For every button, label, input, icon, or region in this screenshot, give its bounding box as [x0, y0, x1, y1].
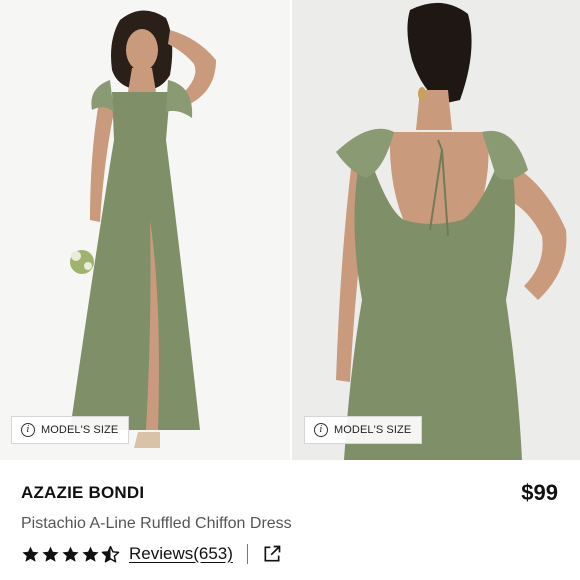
product-price: $99 — [521, 480, 558, 505]
product-image-front[interactable]: i MODEL'S SIZE — [0, 0, 290, 460]
star-full-icon — [62, 546, 79, 562]
dress-front-illustration — [0, 0, 290, 460]
models-size-label: MODEL'S SIZE — [334, 424, 412, 436]
reviews-link[interactable]: Reviews(653) — [129, 544, 233, 564]
product-gallery: i MODEL'S SIZE i MODEL'S SIZE — [0, 0, 580, 460]
star-half-icon — [101, 545, 120, 562]
info-icon: i — [21, 423, 35, 437]
star-full-icon — [82, 546, 99, 562]
models-size-button[interactable]: i MODEL'S SIZE — [11, 416, 130, 444]
star-full-icon — [42, 546, 59, 562]
rating-row: Reviews(653) — [21, 543, 282, 565]
dress-back-illustration — [292, 0, 580, 460]
info-icon: i — [314, 423, 328, 437]
divider — [246, 544, 248, 564]
rating-stars[interactable] — [21, 545, 120, 564]
models-size-button[interactable]: i MODEL'S SIZE — [304, 416, 423, 444]
product-title[interactable]: Pistachio A-Line Ruffled Chiffon Dress — [21, 515, 292, 533]
star-full-icon — [22, 546, 39, 562]
product-image-back[interactable]: i MODEL'S SIZE — [292, 0, 580, 460]
brand-name[interactable]: AZAZIE BONDI — [21, 483, 144, 503]
models-size-label: MODEL'S SIZE — [41, 424, 119, 436]
external-link-icon[interactable] — [262, 544, 282, 564]
